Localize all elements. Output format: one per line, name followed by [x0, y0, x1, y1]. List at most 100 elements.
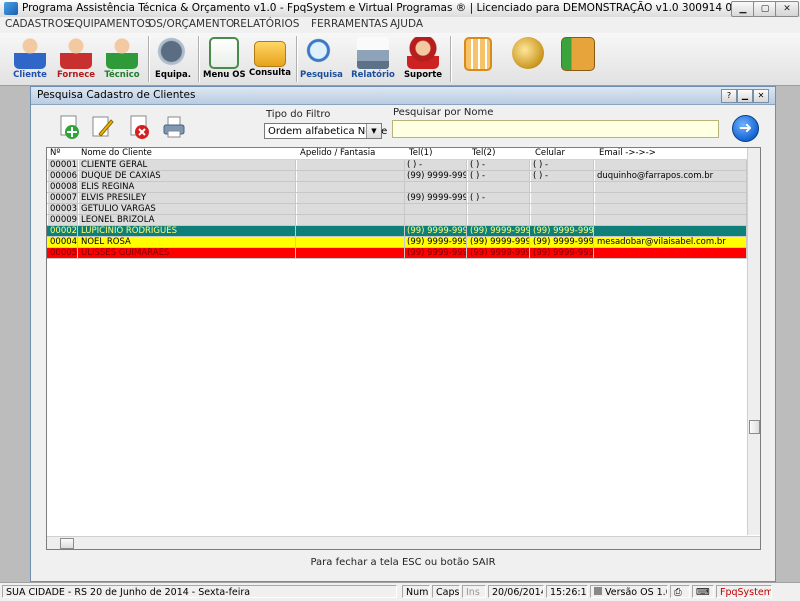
calculator-button[interactable] — [458, 35, 498, 83]
table-cell-tel2 — [468, 204, 530, 214]
col-header-tel1[interactable]: Tel(1) — [407, 148, 467, 158]
table-cell-apelido — [297, 160, 405, 170]
delete-client-icon[interactable] — [128, 114, 152, 140]
dialog-minimize-button[interactable]: ▁ — [737, 89, 753, 103]
status-num: Num — [402, 585, 430, 598]
exit-door-icon — [561, 37, 595, 71]
edit-client-icon[interactable] — [90, 114, 114, 140]
table-row[interactable]: 00005 ULISSES GUIMARAES (99) 9999-9999 (99)… — [47, 248, 747, 259]
search-go-button[interactable]: ➜ — [732, 115, 759, 142]
table-row[interactable]: 00002 LUPICINIO RODRIGUES (99) 9999-9999 (9… — [47, 226, 747, 237]
menu-cadastros[interactable]: CADASTROS — [5, 18, 70, 30]
table-row[interactable]: 00001 CLIENTE GERAL( ) -( ) -( ) - — [47, 160, 747, 171]
filter-select[interactable]: Ordem alfabetica Nome ▼ — [264, 123, 387, 139]
vertical-scrollbar[interactable] — [747, 148, 760, 535]
col-header-name[interactable]: Nome do Cliente — [79, 148, 294, 158]
toolbar-separator — [296, 36, 298, 82]
table-cell-tel2 — [468, 182, 530, 192]
finance-button[interactable] — [508, 35, 548, 83]
table-cell-apelido — [297, 171, 405, 181]
exit-button[interactable] — [558, 35, 598, 83]
keyboard-status-icon[interactable]: ⌨ — [692, 585, 714, 598]
table-cell-name: GETULIO VARGAS — [79, 204, 296, 214]
table-cell-tel1 — [405, 182, 467, 192]
person-green-icon — [106, 37, 138, 69]
table-cell-cel — [531, 204, 594, 214]
maximize-button[interactable]: ▢ — [753, 1, 777, 17]
printer-icon — [357, 37, 389, 69]
vertical-scroll-thumb[interactable] — [749, 420, 760, 434]
tecnico-button[interactable]: Técnico — [102, 35, 142, 83]
table-row[interactable]: 00004 NOEL ROSA (99) 9999-9999 (99) 9999-99… — [47, 237, 747, 248]
table-cell-email — [595, 182, 747, 192]
cliente-button[interactable]: Cliente — [10, 35, 50, 83]
table-row[interactable]: 00003 GETULIO VARGAS — [47, 204, 747, 215]
col-header-celular[interactable]: Celular — [533, 148, 593, 158]
col-header-num[interactable]: Nº — [48, 148, 78, 158]
menu-equipamentos[interactable]: EQUIPAMENTOS — [68, 18, 151, 30]
horizontal-scrollbar[interactable] — [47, 536, 760, 549]
close-button[interactable]: ✕ — [775, 1, 799, 17]
minimize-button[interactable]: ▁ — [731, 1, 755, 17]
status-bar: SUA CIDADE - RS 20 de Junho de 2014 - Se… — [0, 582, 800, 601]
toolbar: Cliente Fornece Técnico Equipa. Menu OS … — [0, 33, 800, 86]
table-cell-tel1: (99) 9999-9999 — [405, 171, 467, 181]
table-row[interactable]: 00009 LEONEL BRIZOLA — [47, 215, 747, 226]
table-cell-apelido — [297, 237, 405, 247]
relatorio-button[interactable]: Relatório — [350, 35, 396, 83]
printer-status-icon[interactable]: ⎙ — [670, 585, 690, 598]
table-cell-cel: ( ) - — [531, 160, 594, 170]
magnifier-icon — [305, 37, 337, 69]
status-caps: Caps — [432, 585, 460, 598]
add-client-icon[interactable] — [58, 114, 82, 140]
toolbar-separator — [198, 36, 200, 82]
menu-os-orcamento[interactable]: OS/ORÇAMENTO — [148, 18, 234, 30]
table-cell-tel2: ( ) - — [468, 193, 530, 203]
dialog-title: Pesquisa Cadastro de Clientes — [37, 89, 196, 101]
table-cell-cel — [531, 215, 594, 225]
fornece-button[interactable]: Fornece — [56, 35, 96, 83]
table-cell-cel — [531, 193, 594, 203]
menu-bar: CADASTROS EQUIPAMENTOS OS/ORÇAMENTO RELA… — [0, 17, 800, 34]
table-cell-email — [595, 193, 747, 203]
pesquisa-label: Pesquisa — [300, 70, 343, 80]
col-header-email[interactable]: Email ->->-> — [597, 148, 737, 158]
dialog-close-button[interactable]: ✕ — [753, 89, 769, 103]
table-cell-email — [595, 248, 747, 258]
clipboard-icon — [209, 37, 239, 69]
pesquisa-button[interactable]: Pesquisa — [300, 35, 343, 83]
table-row[interactable]: 00008 ELIS REGINA — [47, 182, 747, 193]
table-row[interactable]: 00006 DUQUE DE CAXIAS (99) 9999-9999( ) -(… — [47, 171, 747, 182]
chevron-down-icon: ▼ — [366, 124, 381, 138]
menu-ajuda[interactable]: AJUDA — [390, 18, 423, 30]
status-version: Versão OS 1.0 — [590, 585, 668, 598]
table-cell-num: 00006 — [48, 171, 78, 181]
table-cell-tel1 — [405, 215, 467, 225]
toolbar-separator — [148, 36, 150, 82]
table-row[interactable]: 00007 ELVIS PRESILEY (99) 9999-9999( ) - — [47, 193, 747, 204]
table-cell-name: LUPICINIO RODRIGUES — [79, 226, 296, 236]
print-list-icon[interactable] — [162, 114, 186, 140]
table-cell-num: 00009 — [48, 215, 78, 225]
col-header-tel2[interactable]: Tel(2) — [470, 148, 530, 158]
table-cell-num: 00007 — [48, 193, 78, 203]
col-header-apelido[interactable]: Apelido / Fantasia — [298, 148, 398, 158]
table-cell-email — [595, 215, 747, 225]
dialog-help-button[interactable]: ? — [721, 89, 737, 103]
suporte-button[interactable]: Suporte — [402, 35, 444, 83]
table-cell-tel1: (99) 9999-9999 — [407, 237, 467, 247]
table-cell-name: CLIENTE GERAL — [79, 160, 296, 170]
table-cell-tel2: ( ) - — [468, 171, 530, 181]
menu-os-button[interactable]: Menu OS — [203, 35, 246, 83]
menu-relatorios[interactable]: RELATÓRIOS — [233, 18, 299, 30]
table-cell-tel2 — [468, 215, 530, 225]
equipa-button[interactable]: Equipa. — [152, 35, 194, 83]
search-input[interactable] — [392, 120, 719, 138]
menu-ferramentas[interactable]: FERRAMENTAS — [311, 18, 388, 30]
table-cell-name: LEONEL BRIZOLA — [79, 215, 296, 225]
horizontal-scroll-thumb[interactable] — [60, 538, 74, 549]
version-icon — [594, 587, 602, 595]
consulta-button[interactable]: Consulta — [249, 35, 291, 83]
filter-label: Tipo do Filtro — [266, 109, 331, 120]
table-cell-cel: (99) 9999-9999 — [533, 248, 594, 258]
